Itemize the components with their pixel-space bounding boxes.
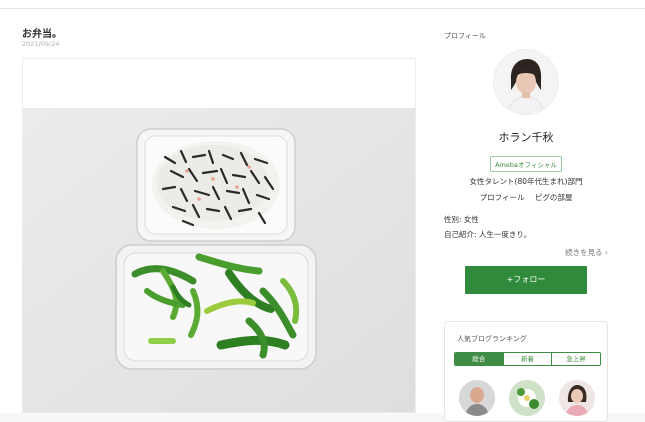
ranking-title: 人気ブログランキング — [457, 335, 527, 343]
follow-button[interactable]: +フォロー — [465, 266, 587, 294]
profile-links: プロフィール ピグの部屋 — [444, 192, 608, 203]
vegetable-container — [115, 244, 317, 370]
profile-avatar[interactable] — [494, 50, 558, 114]
avatar-image — [494, 50, 558, 114]
tab-overall[interactable]: 総合 — [455, 353, 503, 365]
ranking-avatar-image — [509, 380, 545, 416]
bento-photo-image — [23, 59, 415, 412]
official-badge-wrapper: Amebaオフィシャル — [444, 152, 608, 172]
blog-page: お弁当。 2021/09/24 プロフィール ホラン千秋 Amebaオフィシャル… — [0, 9, 645, 422]
article-date: 2021/09/24 — [22, 40, 60, 48]
profile-intro: 自己紹介: 人生一度きり。 — [444, 230, 532, 239]
ranking-avatar-image — [559, 380, 595, 416]
ranking-tabs: 総合 新着 急上昇 — [454, 352, 601, 366]
rice-container — [136, 128, 296, 242]
see-more-link[interactable]: 続きを見る › — [540, 247, 608, 258]
top-header-bar — [0, 0, 645, 9]
official-badge: Amebaオフィシャル — [490, 156, 562, 172]
ranking-thumbnail[interactable] — [459, 380, 495, 416]
profile-heading: プロフィール — [444, 32, 486, 40]
article-photo — [22, 58, 416, 413]
tab-new[interactable]: 新着 — [502, 353, 552, 365]
profile-link[interactable]: プロフィール — [480, 193, 525, 202]
tab-rising[interactable]: 急上昇 — [551, 353, 600, 365]
ranking-panel: 人気ブログランキング 総合 新着 急上昇 — [444, 321, 608, 422]
article-title[interactable]: お弁当。 — [22, 25, 62, 40]
ranking-thumbnail[interactable] — [559, 380, 595, 416]
pigg-room-link[interactable]: ピグの部屋 — [535, 193, 573, 202]
profile-category[interactable]: 女性タレント(80年代生まれ)部門 — [444, 176, 608, 187]
profile-name[interactable]: ホラン千秋 — [444, 129, 608, 145]
profile-gender: 性別: 女性 — [444, 215, 479, 224]
ranking-thumbnail[interactable] — [509, 380, 545, 416]
ranking-avatar-image — [459, 380, 495, 416]
